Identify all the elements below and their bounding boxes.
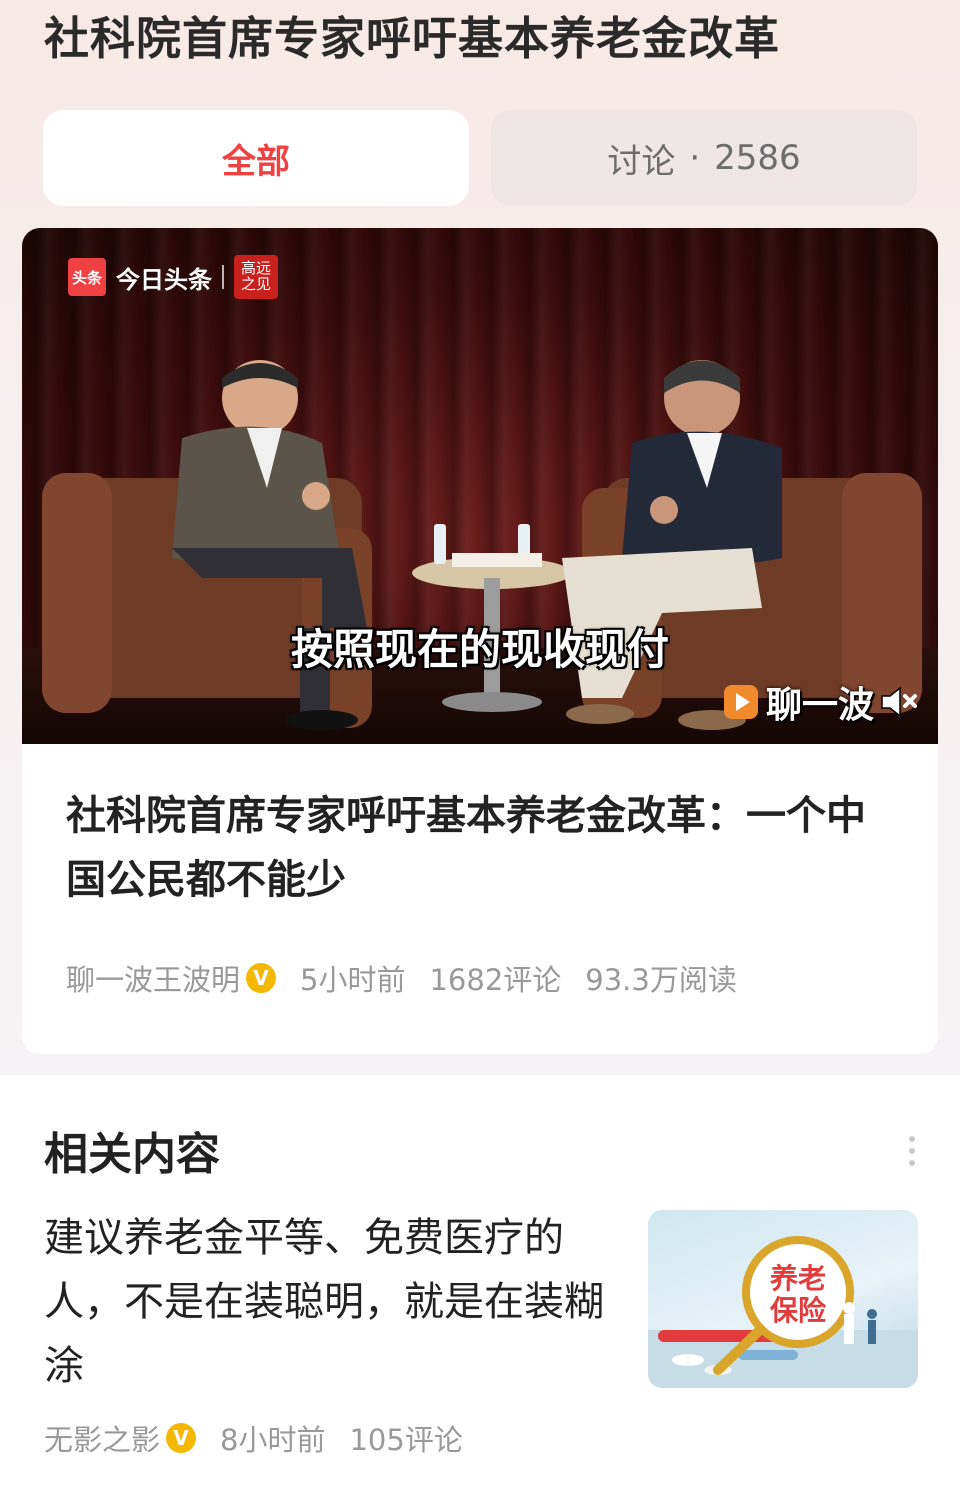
related-item-author[interactable]: 无影之影 [44,1417,160,1459]
channel-watermark: 聊一波 [724,676,918,728]
channel-watermark-text: 聊一波 [766,685,875,726]
logo-divider [222,265,224,289]
article-author[interactable]: 聊一波王波明 [66,957,240,999]
thumb-figure-2 [868,1320,876,1344]
left-speaker-shoe [286,710,358,730]
tab-separator: · [689,138,701,178]
toutiao-watermark: 头条 今日头条 高远之见 [68,255,278,299]
toutiao-logo-text: 今日头条 [116,265,212,294]
related-item-time: 8小时前 [220,1423,326,1457]
related-item-meta: 无影之影 V 8小时前 105评论 [44,1418,463,1458]
tab-discussion-count: 2586 [714,138,801,178]
related-item-comment-count: 105评论 [349,1423,463,1457]
article-time: 5小时前 [300,963,406,997]
right-speaker-hands [650,496,678,524]
article-card[interactable]: 头条 今日头条 高远之见 按照现在的现收现付 聊一波 社科院首席专家呼吁基本养老… [22,228,938,1054]
toutiao-logo-icon: 头条 [68,258,106,296]
related-item-title[interactable]: 建议养老金平等、免费医疗的人，不是在装聪明，就是在装糊涂 [44,1206,614,1398]
thumb-text-1: 养老 [770,1262,826,1295]
tab-all-label: 全部 [222,141,290,182]
program-seal-logo: 高远之见 [234,255,278,299]
left-armchair-arm [42,473,112,713]
article-read-count: 93.3万阅读 [585,963,737,997]
related-content-header: 相关内容 [44,1129,220,1180]
thumb-figure-doctor [844,1314,854,1344]
tab-discussion[interactable]: 讨论 · 2586 [491,110,917,206]
thumb-figure-head [843,1302,855,1314]
water-bottle-left [434,524,446,564]
thumb-pill [672,1354,704,1366]
more-vertical-icon[interactable] [904,1136,920,1172]
thumb-text-2: 保险 [770,1294,827,1327]
video-player[interactable]: 头条 今日头条 高远之见 按照现在的现收现付 聊一波 [22,228,938,744]
article-comment-count: 1682评论 [429,963,562,997]
thumb-figure-2-head [867,1309,877,1319]
books-stack [452,553,542,567]
article-meta: 聊一波王波明 V 5小时前 1682评论 93.3万阅读 [66,958,737,998]
article-title[interactable]: 社科院首席专家呼吁基本养老金改革：一个中国公民都不能少 [66,784,886,912]
tab-discussion-label: 讨论 [607,141,676,182]
tab-all[interactable]: 全部 [43,110,469,206]
more-dot [909,1136,915,1142]
verified-badge-icon: V [246,963,277,993]
side-table-base [442,692,542,712]
related-item-thumbnail[interactable]: 养老 保险 [648,1210,918,1388]
more-dot [909,1148,915,1154]
right-speaker-shoe [566,704,634,724]
tab-bar: 全部 讨论 · 2586 [43,110,917,206]
more-dot [909,1160,915,1166]
pension-insurance-illustration: 养老 保险 [648,1236,918,1388]
page-title: 社科院首席专家呼吁基本养老金改革 [44,12,781,65]
thumb-syringe [738,1350,798,1360]
speaker-muted-icon[interactable] [878,684,918,720]
left-speaker-hands [302,482,330,510]
video-subtitle: 按照现在的现收现付 [290,625,669,674]
play-logo-icon [724,685,758,719]
verified-badge-icon: V [166,1423,197,1453]
